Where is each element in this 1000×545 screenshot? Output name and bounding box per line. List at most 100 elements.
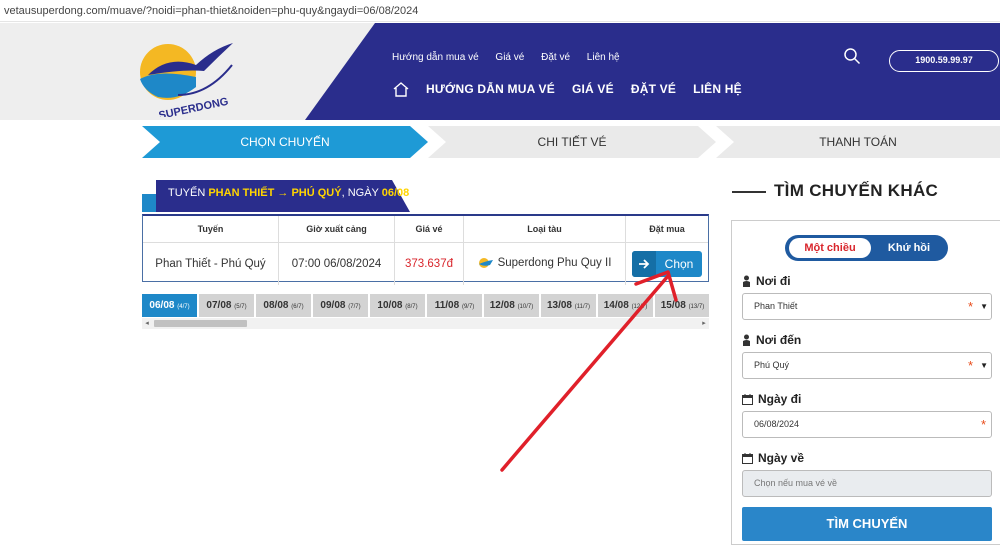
- route-title: TUYẾN PHAN THIẾT → PHÚ QUÝ, NGÀY 06/08: [168, 187, 409, 199]
- choose-trip-button[interactable]: Chọn: [632, 251, 702, 277]
- table-row: Phan Thiết - Phú Quý 07:00 06/08/2024 37…: [143, 242, 709, 286]
- return-label-text: Ngày về: [758, 451, 805, 465]
- cell-buy: Chọn: [626, 243, 709, 286]
- date-tab-lunar: (7/7): [348, 304, 361, 310]
- url-text: vetausuperdong.com/muave/?noidi=phan-thi…: [4, 5, 419, 17]
- date-tab-lunar: (9/7): [461, 304, 475, 310]
- route-prefix: TUYẾN: [168, 187, 209, 199]
- date-tab[interactable]: 09/08 (7/7): [313, 294, 368, 317]
- main-menu-contact[interactable]: LIÊN HỆ: [693, 82, 742, 96]
- scroll-right-icon[interactable]: ▸: [699, 318, 709, 329]
- main-menu-guide[interactable]: HƯỚNG DẪN MUA VÉ: [426, 82, 555, 96]
- date-tab-day: 11/08: [434, 300, 460, 311]
- round-trip-option[interactable]: Khứ hồi: [875, 238, 943, 258]
- required-mark: *: [980, 417, 986, 432]
- main-menu: HƯỚNG DẪN MUA VÉ GIÁ VÉ ĐẶT VÉ LIÊN HỆ: [392, 81, 759, 97]
- date-tab-day: 07/08: [206, 300, 232, 311]
- col-boat: Loại tàu: [463, 216, 626, 243]
- date-tab-day: 08/08: [263, 300, 289, 311]
- top-menu: Hướng dẫn mua vé Giá vé Đặt vé Liên hệ: [392, 52, 634, 63]
- date-tab-day: 10/08: [377, 300, 403, 311]
- route-date-prefix: , NGÀY: [341, 187, 382, 199]
- from-label: Nơi đi: [742, 274, 791, 288]
- date-label: Ngày đi: [742, 392, 801, 406]
- step-payment: THANH TOÁN: [819, 135, 897, 149]
- main-menu-price[interactable]: GIÁ VÉ: [572, 82, 614, 96]
- date-tab-lunar: (12/7): [631, 304, 648, 310]
- top-menu-book[interactable]: Đặt vé: [541, 52, 570, 63]
- top-menu-guide[interactable]: Hướng dẫn mua vé: [392, 52, 479, 63]
- from-value: Phan Thiết: [754, 301, 798, 311]
- to-value: Phú Quý: [754, 360, 790, 370]
- date-tab-lunar: (13/7): [688, 304, 705, 310]
- date-tab[interactable]: 14/08 (12/7): [598, 294, 653, 317]
- date-tab-day: 12/08: [489, 300, 515, 311]
- main-menu-book[interactable]: ĐẶT VÉ: [631, 82, 676, 96]
- date-tab-lunar: (11/7): [574, 304, 591, 310]
- one-way-option[interactable]: Một chiều: [789, 238, 871, 258]
- date-tab[interactable]: 11/08 (9/7): [427, 294, 482, 317]
- date-tab-lunar: (5/7): [234, 304, 247, 310]
- date-strip-scrollbar[interactable]: ◂ ▸: [142, 318, 709, 329]
- col-departure: Giờ xuất cảng: [278, 216, 395, 243]
- date-tab[interactable]: 12/08 (10/7): [484, 294, 539, 317]
- cell-time: 07:00 06/08/2024: [278, 242, 395, 285]
- return-label: Ngày về: [742, 451, 804, 465]
- hotline-button[interactable]: 1900.59.99.97: [889, 50, 999, 72]
- route-date: 06/08: [381, 187, 410, 199]
- boat-logo-icon: [478, 257, 493, 268]
- date-strip: 06/08 (4/7) 07/08 (5/7) 08/08 (6/7) 09/08 (…: [142, 294, 709, 317]
- col-route: Tuyến: [143, 216, 279, 243]
- home-icon[interactable]: [392, 81, 410, 97]
- calendar-icon: [742, 393, 753, 405]
- arrow-right-icon: [632, 251, 656, 277]
- return-date-placeholder: Chọn nếu mua vé về: [754, 478, 838, 488]
- from-label-text: Nơi đi: [756, 274, 791, 288]
- required-mark: *: [967, 358, 973, 373]
- site-header: SUPERDONG Hướng dẫn mua vé Giá vé Đặt vé…: [0, 23, 1000, 120]
- trip-type-toggle: Một chiều Khứ hồi: [785, 235, 948, 261]
- step-choose-trip: CHỌN CHUYẾN: [240, 135, 330, 149]
- date-label-text: Ngày đi: [758, 392, 802, 406]
- date-tab-day: 06/08: [149, 300, 175, 311]
- date-tab-day: 09/08: [320, 300, 346, 311]
- required-mark: *: [967, 299, 973, 314]
- booking-steps: CHỌN CHUYẾN CHI TIẾT VÉ THANH TOÁN: [142, 126, 1000, 158]
- address-bar[interactable]: vetausuperdong.com/muave/?noidi=phan-thi…: [0, 0, 1000, 22]
- chevron-down-icon: ▼: [980, 302, 988, 311]
- date-tab[interactable]: 06/08 (4/7): [142, 294, 197, 317]
- to-select[interactable]: Phú Quý * ▼: [742, 352, 992, 379]
- departure-date-value: 06/08/2024: [754, 419, 800, 429]
- superdong-logo[interactable]: SUPERDONG: [138, 35, 238, 117]
- person-icon: [743, 334, 750, 346]
- return-date-input[interactable]: Chọn nếu mua vé về: [742, 470, 992, 497]
- date-tab-day: 14/08: [603, 300, 629, 311]
- date-tab[interactable]: 15/08 (13/7): [655, 294, 709, 317]
- date-tab-day: 15/08: [660, 300, 686, 311]
- search-icon[interactable]: [843, 47, 861, 65]
- search-panel-title: TÌM CHUYẾN KHÁC: [732, 181, 938, 201]
- col-price: Giá vé: [394, 216, 464, 243]
- search-trips-button[interactable]: TÌM CHUYẾN: [742, 507, 992, 541]
- to-label: Nơi đến: [742, 333, 801, 347]
- step-ticket-details: CHI TIẾT VÉ: [537, 135, 607, 149]
- date-tab-lunar: (8/7): [405, 304, 418, 310]
- from-select[interactable]: Phan Thiết * ▼: [742, 293, 992, 320]
- date-tab[interactable]: 07/08 (5/7): [199, 294, 254, 317]
- cell-price: 373.637đ: [394, 242, 464, 285]
- scroll-left-icon[interactable]: ◂: [142, 318, 152, 329]
- choose-trip-label: Chọn: [664, 257, 694, 271]
- route-arrow: →: [274, 187, 292, 199]
- departure-date-input[interactable]: 06/08/2024 *: [742, 411, 992, 438]
- date-tab[interactable]: 13/08 (11/7): [541, 294, 596, 317]
- date-tab-lunar: (6/7): [291, 304, 304, 310]
- scroll-thumb[interactable]: [154, 320, 247, 327]
- boat-name: Superdong Phu Quy II: [497, 256, 612, 269]
- top-menu-contact[interactable]: Liên hệ: [587, 52, 620, 63]
- cell-route: Phan Thiết - Phú Quý: [143, 242, 279, 285]
- chevron-down-icon: ▼: [980, 361, 988, 370]
- date-tab[interactable]: 10/08 (8/7): [370, 294, 425, 317]
- date-tab[interactable]: 08/08 (6/7): [256, 294, 311, 317]
- top-menu-price[interactable]: Giá vé: [495, 52, 524, 63]
- search-panel-title-text: TÌM CHUYẾN KHÁC: [774, 181, 939, 200]
